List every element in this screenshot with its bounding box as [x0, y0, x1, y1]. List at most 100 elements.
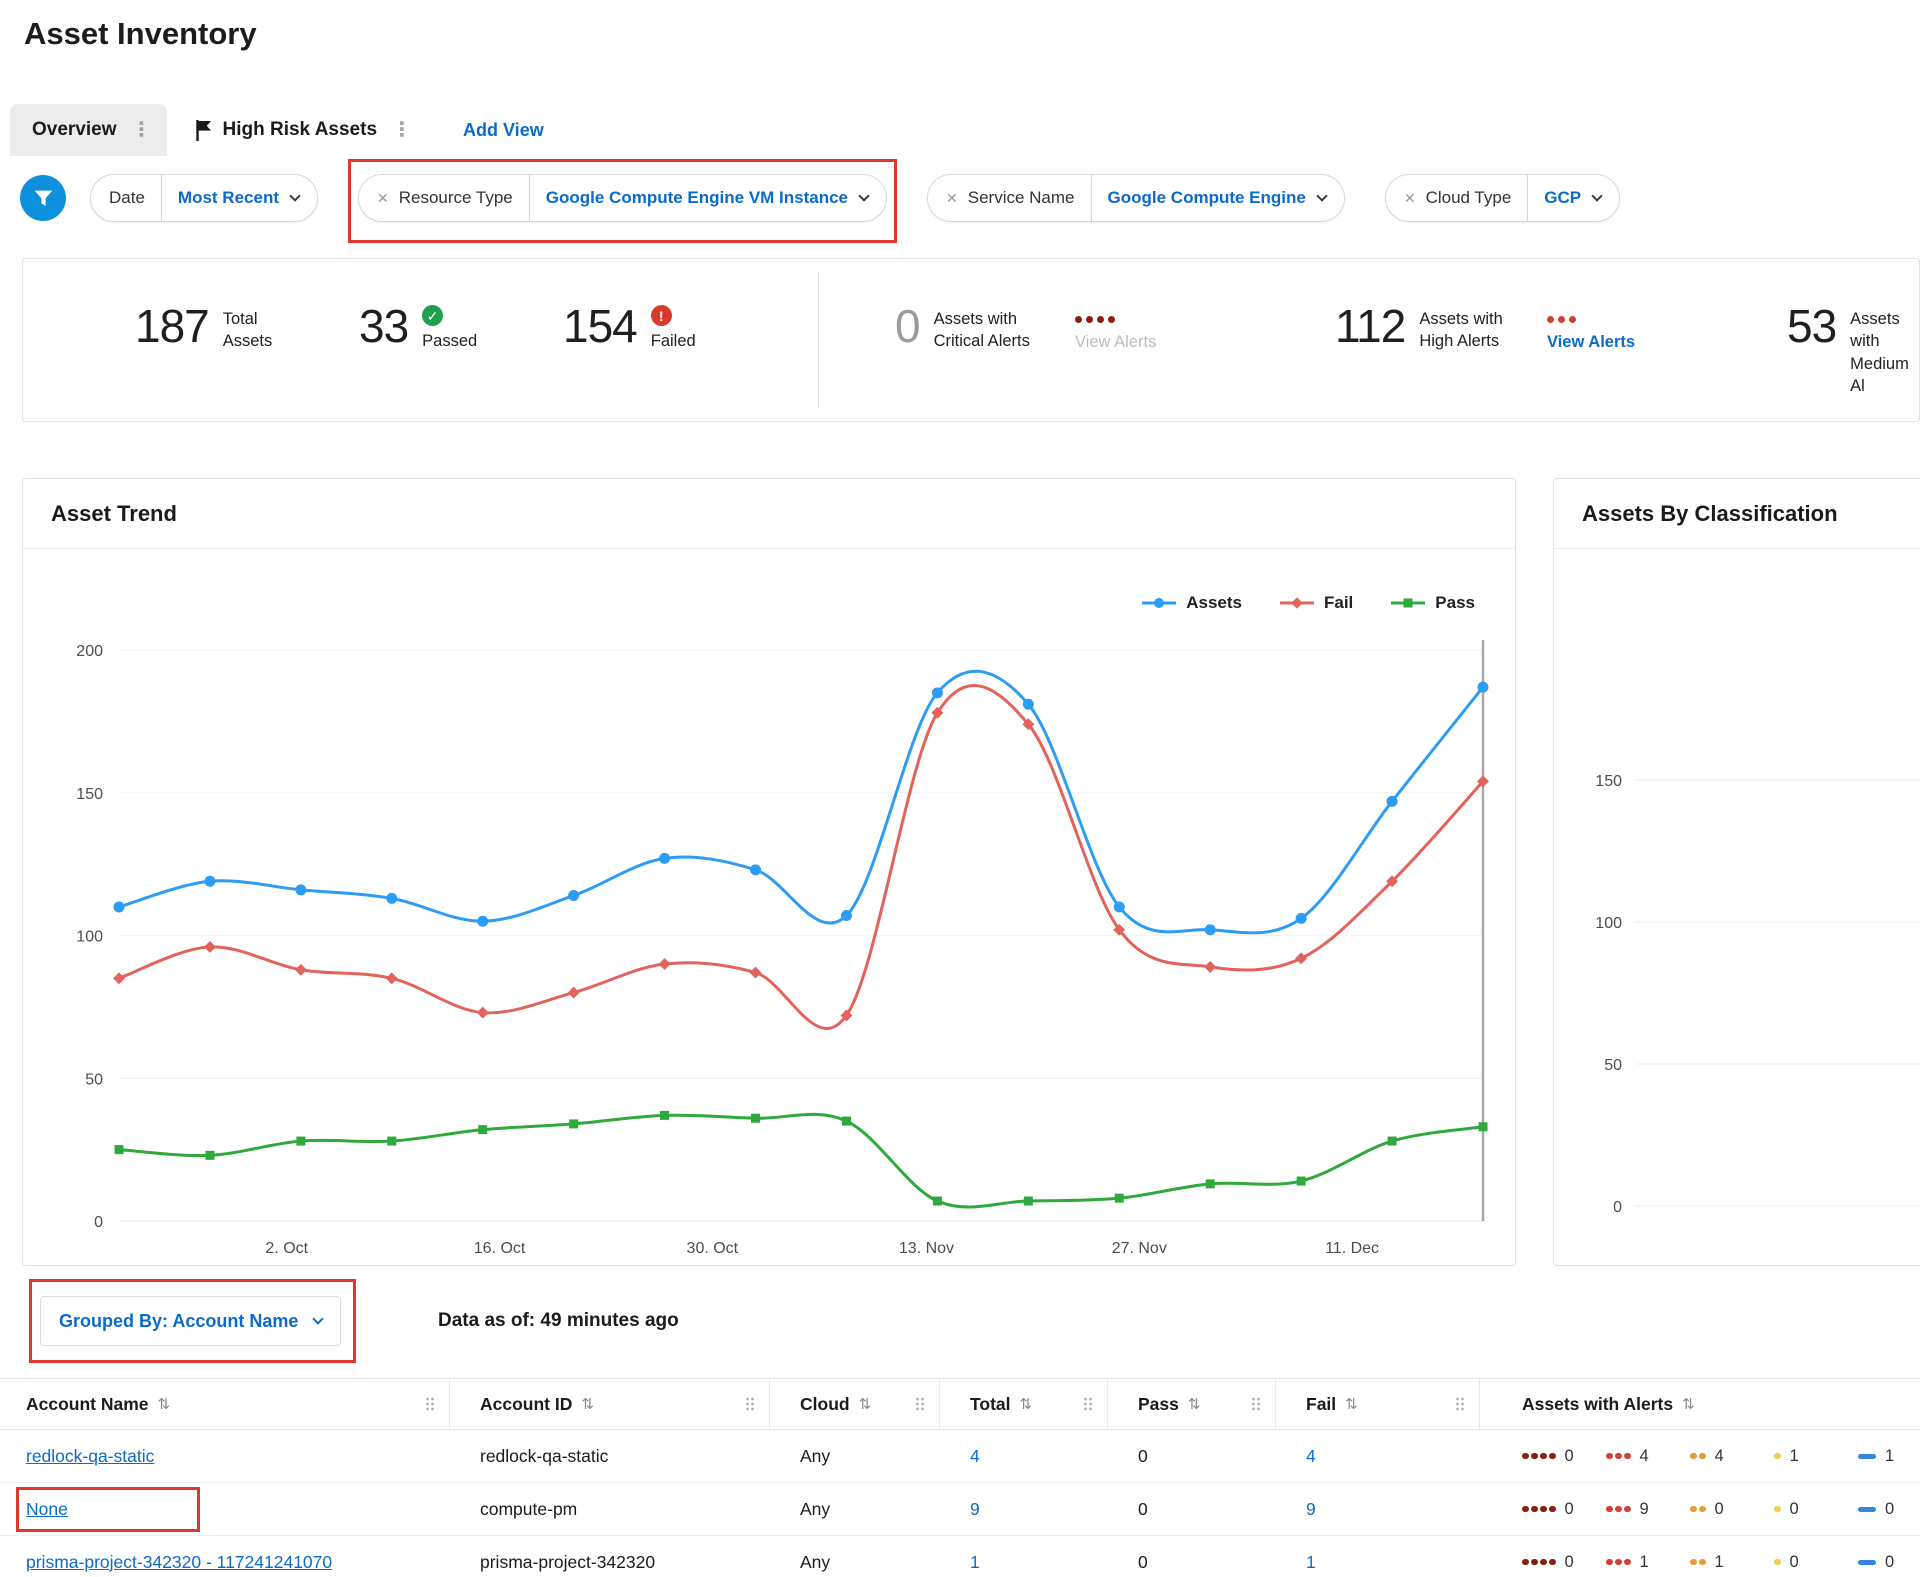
column-header-assets-with-alerts[interactable]: Assets with Alerts ⇅ [1480, 1379, 1920, 1429]
critical-alerts-dots [1075, 315, 1156, 323]
column-header-fail[interactable]: Fail⇅ [1276, 1379, 1480, 1429]
legend-item-assets[interactable]: Assets [1142, 593, 1242, 613]
alert-count-critical[interactable]: 0 [1522, 1500, 1606, 1519]
drag-handle-icon[interactable] [425, 1397, 435, 1412]
alert-count-info[interactable]: 0 [1858, 1500, 1920, 1519]
filter-cloud-type-value-dropdown[interactable]: GCP [1527, 174, 1620, 222]
svg-text:50: 50 [85, 1071, 103, 1088]
tab-overview[interactable]: Overview ⋮ [10, 104, 167, 156]
drag-handle-icon[interactable] [1251, 1397, 1261, 1412]
critical-severity-dot-icon [1108, 316, 1115, 323]
sort-icon[interactable]: ⇅ [1345, 1395, 1358, 1413]
failed-value: 154 [563, 303, 637, 349]
fail-count-link[interactable]: 4 [1306, 1446, 1316, 1466]
medium-alerts-label: Assets withMedium Al [1850, 303, 1919, 397]
filter-toggle-button[interactable] [20, 175, 66, 221]
legend-item-pass[interactable]: Pass [1391, 593, 1475, 613]
alert-count-critical[interactable]: 0 [1522, 1553, 1606, 1572]
filter-date-label[interactable]: Date [90, 174, 162, 222]
column-header-total[interactable]: Total⇅ [940, 1379, 1108, 1429]
fail-cell: 9 [1276, 1499, 1480, 1520]
pass-cell: 0 [1108, 1446, 1276, 1467]
total-count-link[interactable]: 9 [970, 1499, 980, 1519]
alert-count-high[interactable]: 1 [1606, 1553, 1690, 1572]
passed-label: Passed [422, 330, 477, 352]
info-severity-icon [1858, 1507, 1876, 1512]
sort-icon[interactable]: ⇅ [1020, 1395, 1033, 1413]
filter-value-text: Google Compute Engine VM Instance [546, 188, 848, 208]
fail-count-link[interactable]: 9 [1306, 1499, 1316, 1519]
alert-count-value: 0 [1790, 1553, 1799, 1572]
svg-text:2. Oct: 2. Oct [265, 1240, 308, 1257]
add-view-button[interactable]: Add View [463, 120, 544, 141]
column-label: Assets with Alerts [1522, 1394, 1673, 1415]
column-label: Pass [1138, 1394, 1179, 1415]
stats-card: 187 TotalAssets 33 ✓ Passed 154 ! Failed… [22, 258, 1920, 422]
alert-count-value: 1 [1715, 1553, 1724, 1572]
sort-icon[interactable]: ⇅ [581, 1395, 594, 1413]
remove-filter-icon[interactable]: ✕ [1404, 190, 1416, 207]
legend-item-fail[interactable]: Fail [1280, 593, 1353, 613]
view-high-alerts-link[interactable]: View Alerts [1547, 333, 1635, 352]
drag-handle-icon[interactable] [1455, 1397, 1465, 1412]
alert-count-low[interactable]: 1 [1774, 1447, 1858, 1466]
alert-count-high[interactable]: 4 [1606, 1447, 1690, 1466]
filter-date-value-dropdown[interactable]: Most Recent [161, 174, 318, 222]
tab-high-risk-assets[interactable]: High Risk Assets ⋮ [167, 119, 428, 142]
total-cell: 4 [940, 1446, 1108, 1467]
low-severity-icon [1774, 1453, 1781, 1460]
grouped-by-dropdown[interactable]: Grouped By: Account Name [40, 1296, 341, 1346]
fail-count-link[interactable]: 1 [1306, 1552, 1316, 1572]
filter-value-text: Google Compute Engine [1108, 188, 1306, 208]
filter-cloud-type-label[interactable]: ✕ Cloud Type [1385, 174, 1528, 222]
alert-count-critical[interactable]: 0 [1522, 1447, 1606, 1466]
alert-count-low[interactable]: 0 [1774, 1553, 1858, 1572]
legend-label: Pass [1435, 593, 1475, 613]
filter-resource-type-label[interactable]: ✕ Resource Type [358, 174, 530, 222]
drag-handle-icon[interactable] [745, 1397, 755, 1412]
kebab-menu-icon[interactable]: ⋮ [387, 120, 417, 140]
drag-handle-icon[interactable] [1083, 1397, 1093, 1412]
alert-count-medium[interactable]: 1 [1690, 1553, 1774, 1572]
medium-alerts-value: 53 [1787, 303, 1836, 349]
account-name-link[interactable]: prisma-project-342320 - 117241241070 [26, 1552, 332, 1572]
high-alerts-label: Assets withHigh Alerts [1419, 303, 1502, 353]
drag-handle-icon[interactable] [915, 1397, 925, 1412]
critical-alerts-value: 0 [895, 303, 920, 349]
alert-count-high[interactable]: 9 [1606, 1500, 1690, 1519]
alert-count-info[interactable]: 0 [1858, 1553, 1920, 1572]
remove-filter-icon[interactable]: ✕ [946, 190, 958, 207]
total-count-link[interactable]: 4 [970, 1446, 980, 1466]
svg-text:150: 150 [76, 786, 103, 803]
sort-icon[interactable]: ⇅ [158, 1395, 171, 1413]
passed-value: 33 [359, 303, 408, 349]
cloud-cell: Any [770, 1446, 940, 1467]
kebab-menu-icon[interactable]: ⋮ [127, 120, 157, 140]
sort-icon[interactable]: ⇅ [859, 1395, 872, 1413]
filter-resource-type-value-dropdown[interactable]: Google Compute Engine VM Instance [529, 174, 887, 222]
page-title: Asset Inventory [24, 16, 257, 52]
sort-icon[interactable]: ⇅ [1682, 1395, 1695, 1413]
account-name-link[interactable]: None [26, 1499, 68, 1519]
filter-service-name-value-dropdown[interactable]: Google Compute Engine [1091, 174, 1345, 222]
column-header-account-id[interactable]: Account ID⇅ [450, 1379, 770, 1429]
column-header-account-name[interactable]: Account Name⇅ [0, 1379, 450, 1429]
alert-count-medium[interactable]: 4 [1690, 1447, 1774, 1466]
remove-filter-icon[interactable]: ✕ [377, 190, 389, 207]
stats-divider [818, 271, 819, 409]
alert-count-low[interactable]: 0 [1774, 1500, 1858, 1519]
sort-icon[interactable]: ⇅ [1188, 1395, 1201, 1413]
total-count-link[interactable]: 1 [970, 1552, 980, 1572]
column-header-cloud[interactable]: Cloud⇅ [770, 1379, 940, 1429]
series-line-pass [119, 1114, 1483, 1207]
data-as-of-text: Data as of: 49 minutes ago [438, 1310, 679, 1332]
account-name-link[interactable]: redlock-qa-static [26, 1446, 154, 1466]
critical-severity-icon [1522, 1506, 1556, 1513]
pass-cell: 0 [1108, 1552, 1276, 1573]
alert-count-info[interactable]: 1 [1858, 1447, 1920, 1466]
filter-service-name-label[interactable]: ✕ Service Name [927, 174, 1092, 222]
alert-count-value: 0 [1715, 1500, 1724, 1519]
column-header-pass[interactable]: Pass ⇅ [1108, 1379, 1276, 1429]
chevron-down-icon [858, 190, 869, 201]
alert-count-medium[interactable]: 0 [1690, 1500, 1774, 1519]
